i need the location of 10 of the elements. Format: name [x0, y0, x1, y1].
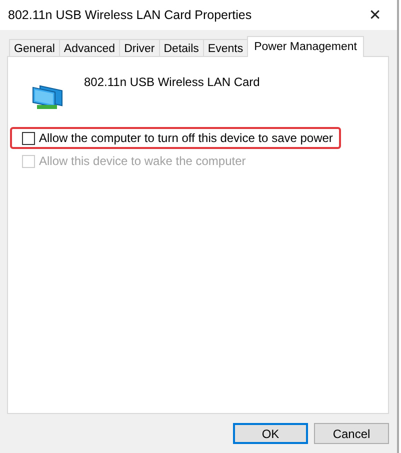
close-button[interactable]: ✕ — [353, 0, 397, 30]
window-title: 802.11n USB Wireless LAN Card Properties — [8, 8, 252, 22]
tab[interactable]: General — [9, 39, 60, 57]
network-adapter-icon — [31, 83, 65, 111]
tab[interactable]: Power Management — [247, 36, 364, 57]
dialog-button[interactable]: Cancel — [314, 423, 389, 444]
checkbox[interactable] — [22, 132, 35, 144]
checkbox-option[interactable]: Allow the computer to turn off this device to save power — [10, 127, 341, 149]
device-name: 802.11n USB Wireless LAN Card — [84, 75, 260, 89]
dialog-button[interactable]: OK — [233, 423, 308, 444]
